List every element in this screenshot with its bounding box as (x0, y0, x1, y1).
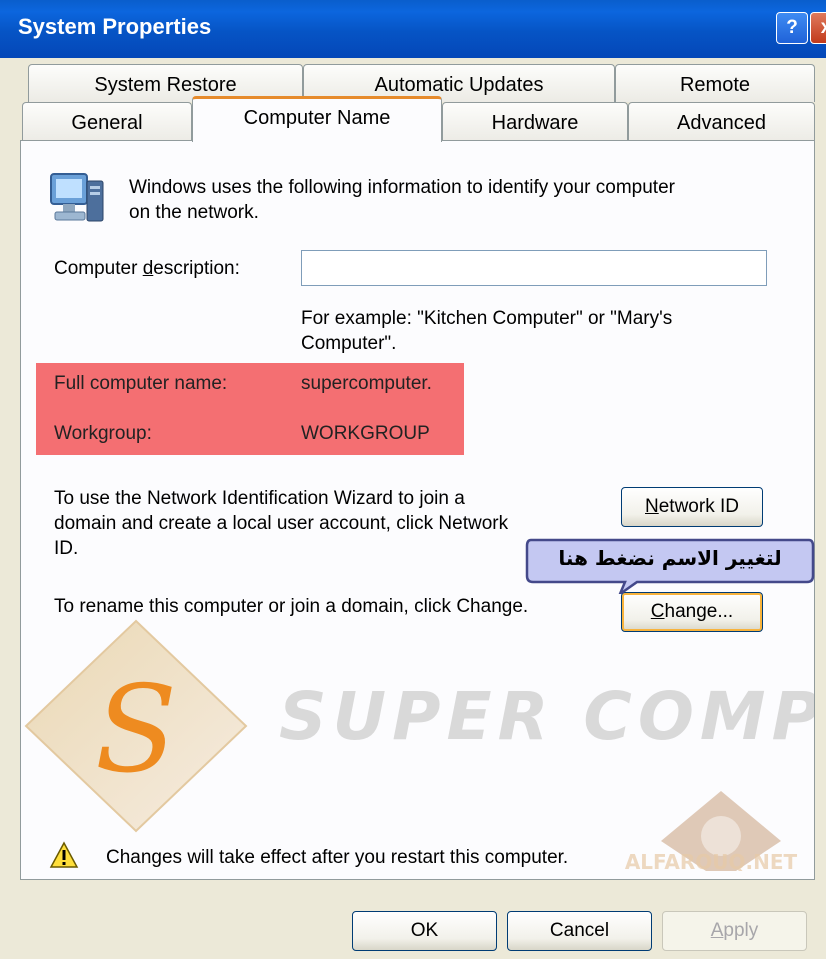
computer-description-input[interactable] (301, 250, 767, 286)
example-line-1: For example: "Kitchen Computer" or "Mary… (301, 308, 673, 329)
cancel-button[interactable]: Cancel (507, 911, 652, 951)
help-button[interactable]: ? (776, 12, 808, 44)
watermark-letter: S (95, 661, 177, 800)
full-name-label: Full computer name: (54, 373, 228, 394)
description-label-accel: d (142, 258, 154, 279)
full-name-value: supercomputer. (301, 373, 432, 394)
watermark-logo: S SUPER COMPUTER ALFAROUQ.NET (24, 619, 815, 871)
network-id-button[interactable]: Network ID (621, 487, 763, 527)
identity-highlight: Full computer name: supercomputer. Workg… (36, 363, 464, 455)
intro-line-1: Windows uses the following information t… (129, 177, 675, 198)
ok-button[interactable]: OK (352, 911, 497, 951)
callout-text: لتغيير الاسم نضغط هنا (558, 546, 782, 570)
example-line-2: Computer". (301, 333, 397, 354)
network-id-text-1: To use the Network Identification Wizard… (54, 488, 465, 509)
apply-button[interactable]: Apply (662, 911, 807, 951)
window-title: System Properties (18, 14, 212, 39)
warning-icon (49, 841, 79, 868)
warning-text: Changes will take effect after you resta… (106, 847, 569, 868)
apply-accel: A (710, 920, 724, 941)
intro-line-2: on the network. (129, 202, 259, 223)
description-label-pre: Computer (54, 258, 143, 279)
close-button[interactable]: x (810, 12, 826, 44)
watermark-site: ALFAROUQ.NET (625, 850, 798, 871)
tab-advanced[interactable]: Advanced (628, 102, 815, 142)
tab-remote[interactable]: Remote (615, 64, 815, 102)
tab-general[interactable]: General (22, 102, 192, 142)
workgroup-value: WORKGROUP (301, 423, 430, 444)
description-label-post: escription: (153, 258, 240, 279)
apply-label: pply (723, 920, 759, 941)
tab-hardware[interactable]: Hardware (442, 102, 628, 142)
watermark-brand: SUPER COMPUTER (279, 678, 815, 755)
computer-name-panel: Windows uses the following information t… (20, 140, 815, 880)
network-id-label: etwork ID (658, 496, 739, 517)
description-label: Computer description: (54, 256, 240, 281)
tab-computer-name[interactable]: Computer Name (192, 96, 442, 142)
network-id-accel: N (645, 496, 659, 517)
workgroup-label: Workgroup: (54, 423, 152, 444)
network-id-text-2: domain and create a local user account, … (54, 513, 509, 534)
computer-icon (50, 173, 104, 222)
title-bar[interactable]: System Properties ? x (0, 0, 826, 58)
network-id-text-3: ID. (54, 538, 79, 559)
